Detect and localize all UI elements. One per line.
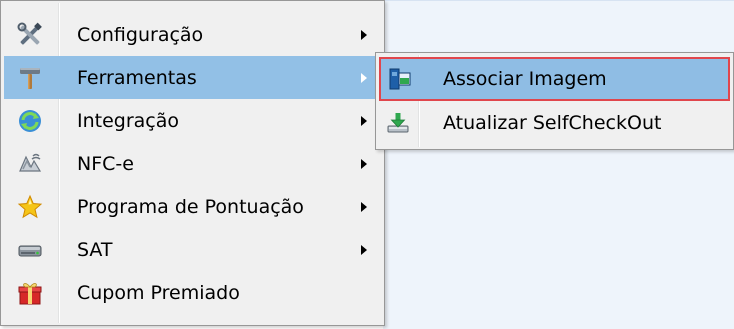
- menu-item-label: Configuração: [77, 23, 204, 46]
- star-icon: [17, 194, 43, 220]
- menu-item-label: Programa de Pontuação: [77, 195, 304, 218]
- menu-item-atualizar-selfcheckout[interactable]: Atualizar SelfCheckOut: [376, 101, 733, 145]
- menu-item-cupom-premiado[interactable]: Cupom Premiado: [1, 271, 384, 314]
- submenu-arrow-icon: [361, 115, 367, 126]
- menu-item-label: Ferramentas: [77, 66, 197, 89]
- menu-item-label: Associar Imagem: [443, 68, 607, 90]
- image-link-icon: [388, 67, 412, 91]
- signal-icon: [17, 151, 43, 177]
- sync-icon: [17, 108, 43, 134]
- background-panel: [383, 0, 734, 329]
- hammer-icon: [17, 65, 43, 91]
- submenu-arrow-icon: [361, 158, 367, 169]
- download-icon: [386, 111, 410, 135]
- screen: Configuração Ferramentas Integração NFC-…: [0, 0, 734, 329]
- submenu-arrow-icon: [361, 29, 367, 40]
- background-panel-edge: [383, 0, 734, 1]
- menu-item-label: Integração: [77, 109, 180, 132]
- submenu-ferramentas: Associar Imagem Atualizar SelfCheckOut: [375, 52, 734, 150]
- tools-icon: [17, 22, 43, 48]
- menu-item-label: NFC-e: [77, 152, 134, 175]
- device-icon: [17, 237, 43, 263]
- menu-item-nfce[interactable]: NFC-e: [1, 142, 384, 185]
- submenu-arrow-icon: [361, 72, 367, 83]
- menu-item-label: Atualizar SelfCheckOut: [443, 112, 662, 134]
- menu-item-ferramentas[interactable]: Ferramentas: [4, 56, 381, 99]
- menu-item-sat[interactable]: SAT: [1, 228, 384, 271]
- gift-icon: [17, 280, 43, 306]
- submenu-arrow-icon: [361, 244, 367, 255]
- menu-item-associar-imagem[interactable]: Associar Imagem: [379, 57, 730, 101]
- menu-item-integracao[interactable]: Integração: [1, 99, 384, 142]
- context-menu: Configuração Ferramentas Integração NFC-…: [0, 0, 385, 326]
- submenu-arrow-icon: [361, 201, 367, 212]
- menu-item-label: SAT: [77, 238, 113, 261]
- menu-item-configuracao[interactable]: Configuração: [1, 13, 384, 56]
- menu-item-programa-de-pontuacao[interactable]: Programa de Pontuação: [1, 185, 384, 228]
- menu-item-label: Cupom Premiado: [77, 281, 240, 304]
